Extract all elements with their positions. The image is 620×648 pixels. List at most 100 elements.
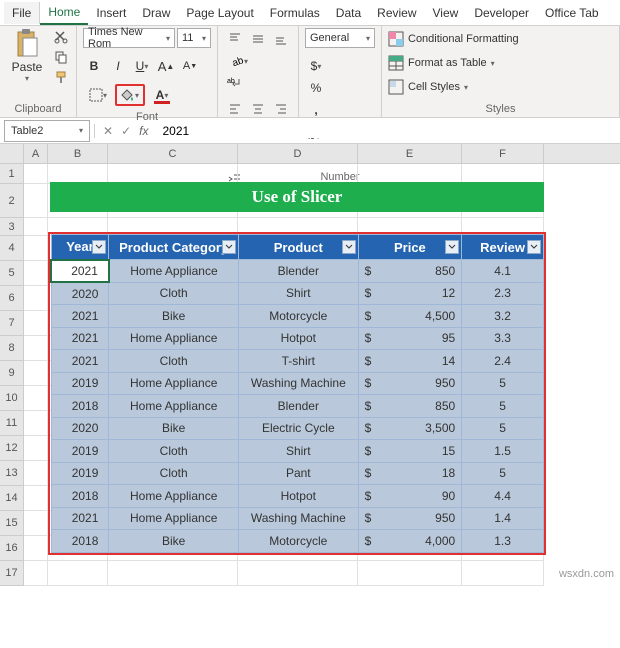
accept-formula-icon[interactable]: ✓ bbox=[121, 124, 131, 138]
col-header-e[interactable]: E bbox=[358, 144, 462, 163]
cell[interactable] bbox=[24, 561, 48, 586]
cell[interactable] bbox=[24, 436, 48, 461]
row-header[interactable]: 7 bbox=[0, 311, 24, 336]
cell-product[interactable]: Blender bbox=[238, 395, 358, 418]
filter-button-price[interactable] bbox=[445, 240, 459, 254]
tab-file[interactable]: File bbox=[4, 2, 40, 24]
orientation-button[interactable]: ab▾ bbox=[224, 50, 254, 72]
row-header[interactable]: 5 bbox=[0, 261, 24, 286]
cell[interactable] bbox=[24, 218, 48, 236]
cell[interactable] bbox=[462, 561, 544, 586]
cell[interactable] bbox=[24, 184, 48, 218]
cell-review[interactable]: 3.2 bbox=[462, 305, 544, 328]
cell-price[interactable]: $18 bbox=[358, 462, 462, 485]
cell-product[interactable]: Washing Machine bbox=[238, 507, 358, 530]
row-header[interactable]: 2 bbox=[0, 184, 24, 218]
cell[interactable] bbox=[48, 164, 108, 184]
cell-product[interactable]: Washing Machine bbox=[238, 372, 358, 395]
cell-product[interactable]: Motorcycle bbox=[238, 530, 358, 553]
cell-category[interactable]: Cloth bbox=[109, 462, 239, 485]
cell[interactable] bbox=[24, 164, 48, 184]
row-header[interactable]: 10 bbox=[0, 386, 24, 411]
cell-review[interactable]: 5 bbox=[462, 462, 544, 485]
cell-year[interactable]: 2018 bbox=[51, 485, 109, 508]
row-header[interactable]: 3 bbox=[0, 218, 24, 236]
tab-page-layout[interactable]: Page Layout bbox=[178, 2, 261, 24]
tab-developer[interactable]: Developer bbox=[466, 2, 537, 24]
row-header[interactable]: 14 bbox=[0, 486, 24, 511]
tab-office-tab[interactable]: Office Tab bbox=[537, 2, 607, 24]
cell[interactable] bbox=[24, 361, 48, 386]
cell-review[interactable]: 1.5 bbox=[462, 440, 544, 463]
increase-font-button[interactable]: A▲ bbox=[155, 55, 177, 77]
tab-review[interactable]: Review bbox=[369, 2, 424, 24]
cell[interactable] bbox=[24, 461, 48, 486]
cell-review[interactable]: 4.1 bbox=[462, 260, 544, 283]
align-right-button[interactable] bbox=[270, 98, 292, 120]
copy-button[interactable] bbox=[52, 48, 70, 66]
col-header-c[interactable]: C bbox=[108, 144, 238, 163]
align-center-button[interactable] bbox=[247, 98, 269, 120]
align-middle-button[interactable] bbox=[247, 28, 269, 50]
cell-product[interactable]: Shirt bbox=[238, 440, 358, 463]
cell[interactable] bbox=[108, 561, 238, 586]
cell[interactable] bbox=[238, 561, 358, 586]
cell[interactable] bbox=[24, 486, 48, 511]
cell-review[interactable]: 5 bbox=[462, 372, 544, 395]
tab-insert[interactable]: Insert bbox=[88, 2, 134, 24]
cell-year[interactable]: 2020 bbox=[51, 417, 109, 440]
cell[interactable] bbox=[24, 236, 48, 261]
cell-review[interactable]: 4.4 bbox=[462, 485, 544, 508]
filter-button-review[interactable] bbox=[527, 240, 541, 254]
cell-product[interactable]: Blender bbox=[238, 260, 358, 283]
col-header-a[interactable]: A bbox=[24, 144, 48, 163]
cell-price[interactable]: $90 bbox=[358, 485, 462, 508]
cell[interactable] bbox=[24, 286, 48, 311]
align-left-button[interactable] bbox=[224, 98, 246, 120]
cell-price[interactable]: $14 bbox=[358, 350, 462, 373]
tab-draw[interactable]: Draw bbox=[134, 2, 178, 24]
cell-year[interactable]: 2021 bbox=[51, 350, 109, 373]
cell-category[interactable]: Home Appliance bbox=[109, 372, 239, 395]
cell-year[interactable]: 2018 bbox=[51, 395, 109, 418]
cell[interactable] bbox=[24, 336, 48, 361]
filter-button-year[interactable] bbox=[92, 240, 106, 254]
cell-price[interactable]: $850 bbox=[358, 395, 462, 418]
cell-review[interactable]: 1.4 bbox=[462, 507, 544, 530]
row-header[interactable]: 15 bbox=[0, 511, 24, 536]
cell[interactable] bbox=[24, 311, 48, 336]
cell[interactable] bbox=[24, 386, 48, 411]
cell-category[interactable]: Home Appliance bbox=[109, 327, 239, 350]
cell-product[interactable]: T-shirt bbox=[238, 350, 358, 373]
cell-price[interactable]: $4,500 bbox=[358, 305, 462, 328]
row-header[interactable]: 17 bbox=[0, 561, 24, 586]
formula-input[interactable] bbox=[156, 124, 612, 138]
cut-button[interactable] bbox=[52, 28, 70, 46]
cell-year[interactable]: 2021 bbox=[51, 507, 109, 530]
row-header[interactable]: 6 bbox=[0, 286, 24, 311]
cell-product[interactable]: Electric Cycle bbox=[238, 417, 358, 440]
cell-review[interactable]: 1.3 bbox=[462, 530, 544, 553]
tab-data[interactable]: Data bbox=[328, 2, 369, 24]
cell-product[interactable]: Shirt bbox=[238, 282, 358, 305]
row-header[interactable]: 9 bbox=[0, 361, 24, 386]
number-format-select[interactable]: General▾ bbox=[305, 28, 375, 48]
cell-category[interactable]: Home Appliance bbox=[109, 507, 239, 530]
font-color-button[interactable]: A▾ bbox=[147, 84, 177, 106]
cell-review[interactable]: 2.3 bbox=[462, 282, 544, 305]
align-top-button[interactable] bbox=[224, 28, 246, 50]
cell-year[interactable]: 2018 bbox=[51, 530, 109, 553]
filter-button-category[interactable] bbox=[222, 240, 236, 254]
cell[interactable] bbox=[108, 164, 238, 184]
align-bottom-button[interactable] bbox=[270, 28, 292, 50]
row-header[interactable]: 11 bbox=[0, 411, 24, 436]
cell-year[interactable]: 2021 bbox=[51, 305, 109, 328]
row-header[interactable]: 12 bbox=[0, 436, 24, 461]
cell[interactable] bbox=[358, 561, 462, 586]
cell-category[interactable]: Home Appliance bbox=[109, 260, 239, 283]
conditional-formatting-button[interactable]: Conditional Formatting bbox=[388, 28, 519, 50]
cell-price[interactable]: $95 bbox=[358, 327, 462, 350]
cell-year[interactable]: 2021 bbox=[51, 260, 109, 283]
row-header[interactable]: 4 bbox=[0, 236, 24, 261]
row-header[interactable]: 8 bbox=[0, 336, 24, 361]
